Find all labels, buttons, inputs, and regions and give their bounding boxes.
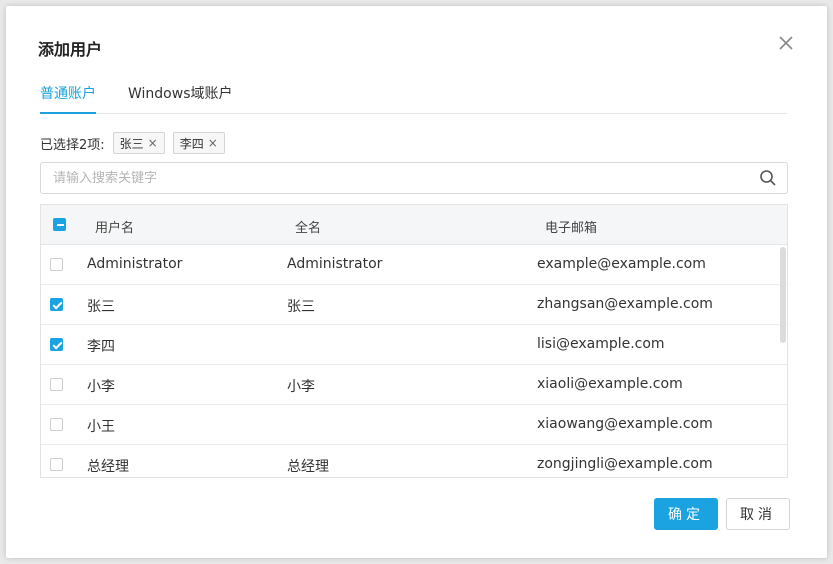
account-type-tabs: 普通账户 Windows域账户 bbox=[40, 80, 787, 114]
selected-items-bar: 已选择2项: 张三 × 李四 × bbox=[40, 132, 225, 154]
row-checkbox[interactable] bbox=[50, 418, 63, 431]
cell-email: xiaowang@example.com bbox=[537, 416, 713, 432]
cell-username: Administrator bbox=[87, 256, 183, 272]
cell-username: 李四 bbox=[87, 339, 115, 355]
confirm-button[interactable]: 确定 bbox=[654, 498, 718, 530]
table-row[interactable]: 李四 lisi@example.com bbox=[41, 325, 787, 365]
search-input[interactable] bbox=[41, 163, 741, 193]
table-row[interactable]: 小李 小李 xiaoli@example.com bbox=[41, 365, 787, 405]
row-checkbox[interactable] bbox=[50, 258, 63, 271]
chip-remove-icon[interactable]: × bbox=[148, 136, 158, 150]
cell-username: 总经理 bbox=[87, 459, 129, 475]
column-header-email[interactable]: 电子邮箱 bbox=[545, 217, 597, 236]
tab-normal-account[interactable]: 普通账户 bbox=[40, 83, 96, 114]
tab-windows-domain-account[interactable]: Windows域账户 bbox=[128, 83, 233, 112]
row-checkbox[interactable] bbox=[50, 458, 63, 471]
cell-email: lisi@example.com bbox=[537, 336, 665, 352]
cell-email: zhangsan@example.com bbox=[537, 296, 713, 312]
table-row[interactable]: Administrator Administrator example@exampl… bbox=[41, 245, 787, 285]
column-header-username[interactable]: 用户名 bbox=[95, 217, 134, 236]
cell-username: 张三 bbox=[87, 299, 115, 315]
select-all-checkbox[interactable] bbox=[53, 218, 66, 231]
table-row[interactable]: 张三 张三 zhangsan@example.com bbox=[41, 285, 787, 325]
table-row[interactable]: 总经理 总经理 zongjingli@example.com bbox=[41, 445, 787, 477]
column-header-fullname[interactable]: 全名 bbox=[295, 217, 321, 236]
cell-fullname: 小李 bbox=[287, 379, 315, 395]
table-row[interactable]: 小王 xiaowang@example.com bbox=[41, 405, 787, 445]
search-icon[interactable] bbox=[759, 169, 777, 187]
row-checkbox[interactable] bbox=[50, 378, 63, 391]
selected-chip: 李四 × bbox=[172, 132, 225, 154]
table-body: Administrator Administrator example@exampl… bbox=[41, 245, 787, 477]
cell-email: zongjingli@example.com bbox=[537, 456, 713, 472]
row-checkbox[interactable] bbox=[50, 298, 63, 311]
cell-username: 小李 bbox=[87, 379, 115, 395]
cell-email: xiaoli@example.com bbox=[537, 376, 683, 392]
search-box bbox=[40, 162, 788, 194]
add-user-dialog: 添加用户 普通账户 Windows域账户 已选择2项: 张三 × 李四 × 用户… bbox=[6, 6, 827, 558]
selected-count-label: 已选择2项: bbox=[40, 137, 105, 153]
selected-chip: 张三 × bbox=[112, 132, 165, 154]
cell-email: example@example.com bbox=[537, 256, 706, 272]
cell-fullname: Administrator bbox=[287, 256, 383, 272]
row-checkbox[interactable] bbox=[50, 338, 63, 351]
chip-label: 李四 bbox=[179, 136, 204, 151]
cell-username: 小王 bbox=[87, 419, 115, 435]
cell-fullname: 张三 bbox=[287, 299, 315, 315]
table-header: 用户名 全名 电子邮箱 bbox=[41, 205, 787, 245]
chip-remove-icon[interactable]: × bbox=[208, 136, 218, 150]
chip-label: 张三 bbox=[119, 136, 144, 151]
table-scrollbar[interactable] bbox=[780, 247, 786, 343]
close-icon[interactable] bbox=[775, 32, 797, 54]
cell-fullname: 总经理 bbox=[287, 459, 329, 475]
user-table: 用户名 全名 电子邮箱 Administrator Administrator ex… bbox=[40, 204, 788, 478]
dialog-title: 添加用户 bbox=[38, 40, 103, 59]
cancel-button[interactable]: 取消 bbox=[726, 498, 790, 530]
